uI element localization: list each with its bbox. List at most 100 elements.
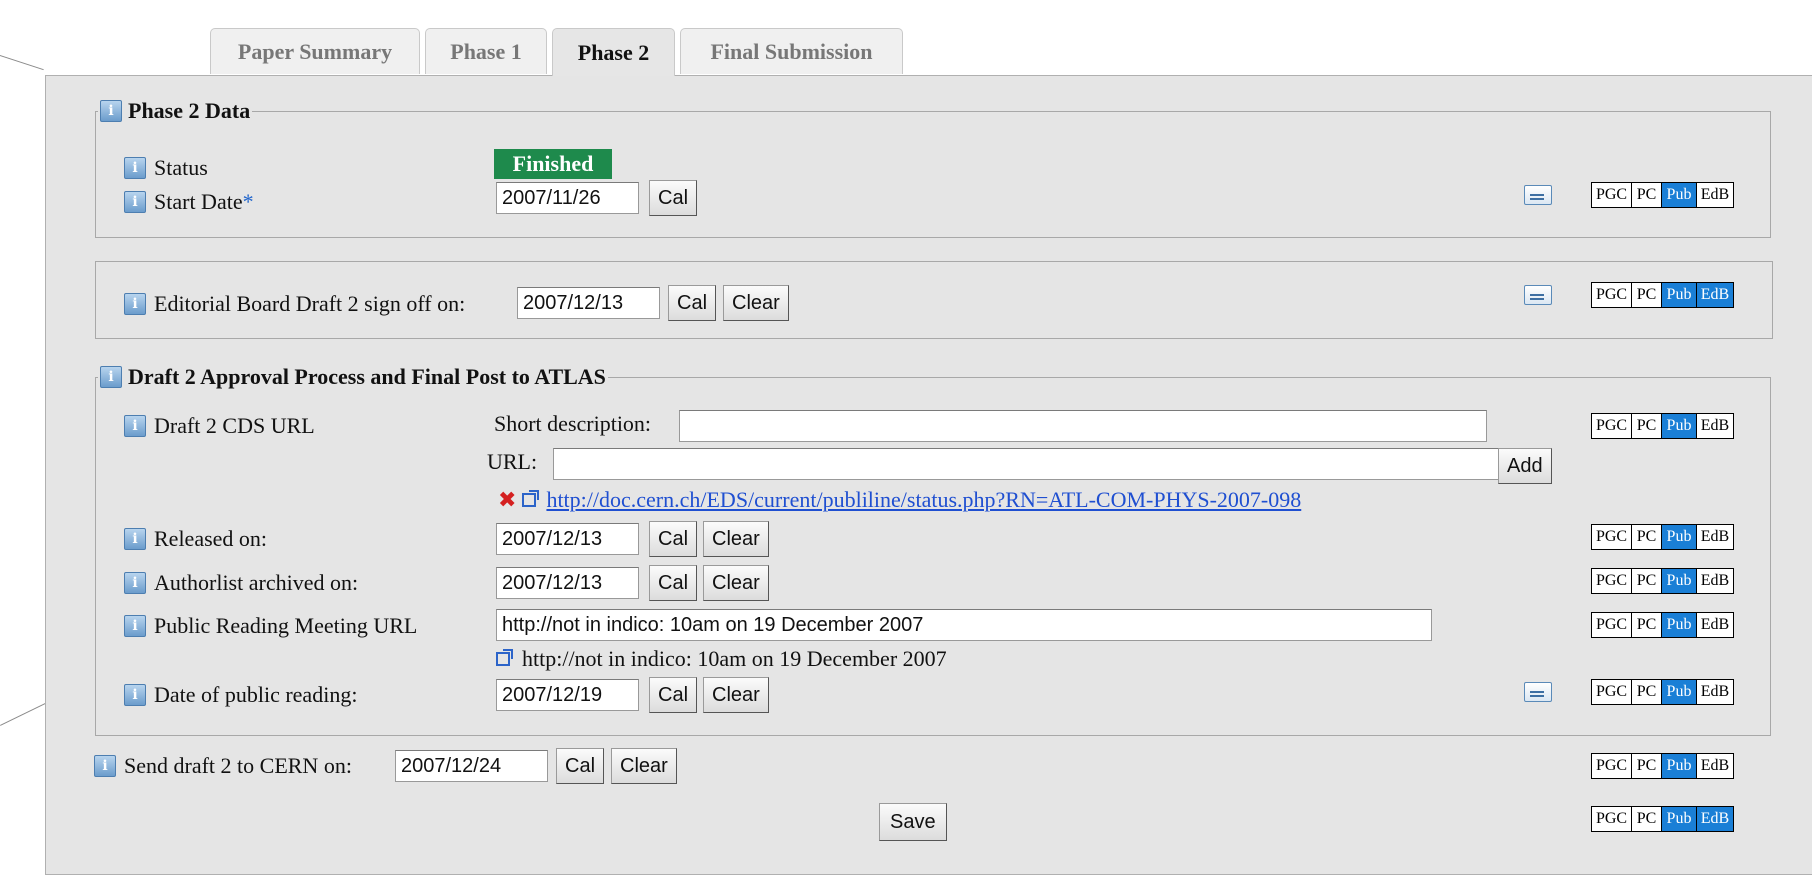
perm-pub: Pub (1662, 613, 1697, 637)
editorial-signoff-input[interactable] (517, 287, 660, 319)
perm-badge-public-reading: PGC PC Pub EdB (1591, 679, 1734, 705)
perm-pgc: PGC (1592, 680, 1632, 704)
perm-pgc: PGC (1592, 754, 1632, 778)
perm-pc: PC (1632, 613, 1662, 637)
perm-pub: Pub (1662, 807, 1697, 831)
send-draft-cal-button[interactable]: Cal (556, 748, 605, 784)
perm-pgc: PGC (1592, 283, 1632, 307)
perm-edb: EdB (1697, 525, 1733, 549)
tab-phase-1[interactable]: Phase 1 (425, 28, 547, 74)
authorlist-cal-button[interactable]: Cal (649, 565, 698, 601)
tab-paper-summary[interactable]: Paper Summary (210, 28, 420, 74)
note-icon[interactable] (1524, 682, 1552, 702)
decorative-line-bottom (0, 703, 46, 726)
decorative-line-top (0, 55, 44, 71)
short-description-input[interactable] (679, 410, 1487, 442)
authorlist-label: Authorlist archived on: (154, 570, 359, 595)
released-clear-button[interactable]: Clear (703, 521, 769, 557)
info-icon[interactable]: i (124, 191, 146, 213)
editorial-cal-button[interactable]: Cal (668, 285, 717, 321)
perm-pub: Pub (1662, 754, 1697, 778)
perm-edb: EdB (1697, 183, 1733, 207)
public-reading-label: Date of public reading: (154, 682, 358, 707)
info-icon[interactable]: i (124, 415, 146, 437)
perm-pc: PC (1632, 283, 1662, 307)
info-icon[interactable]: i (124, 528, 146, 550)
perm-badge-authorlist: PGC PC Pub EdB (1591, 568, 1734, 594)
cds-url-row-label: i Draft 2 CDS URL (124, 413, 315, 439)
editorial-row-label: i Editorial Board Draft 2 sign off on: (124, 291, 465, 317)
send-draft-clear-button[interactable]: Clear (611, 748, 677, 784)
perm-edb: EdB (1697, 414, 1733, 438)
perm-pc: PC (1632, 569, 1662, 593)
public-reading-input[interactable] (496, 679, 639, 711)
status-row-label: i Status (124, 155, 208, 181)
authorlist-input[interactable] (496, 567, 639, 599)
perm-pgc: PGC (1592, 183, 1632, 207)
start-date-cal-button[interactable]: Cal (649, 180, 698, 216)
public-reading-row-label: i Date of public reading: (124, 682, 357, 708)
perm-pub: Pub (1662, 569, 1697, 593)
perm-edb: EdB (1697, 754, 1733, 778)
perm-pc: PC (1632, 525, 1662, 549)
tab-phase-2[interactable]: Phase 2 (552, 28, 675, 76)
url-label: URL: (487, 449, 538, 474)
perm-pgc: PGC (1592, 613, 1632, 637)
public-reading-clear-button[interactable]: Clear (703, 677, 769, 713)
perm-pgc: PGC (1592, 807, 1632, 831)
perm-badge-cds-url: PGC PC Pub EdB (1591, 413, 1734, 439)
cds-url-label: Draft 2 CDS URL (154, 413, 315, 438)
perm-pub: Pub (1662, 283, 1697, 307)
perm-pgc: PGC (1592, 525, 1632, 549)
perm-pub: Pub (1662, 183, 1697, 207)
info-icon[interactable]: i (100, 100, 122, 122)
status-badge: Finished (494, 149, 612, 179)
info-icon[interactable]: i (124, 293, 146, 315)
released-row-label: i Released on: (124, 526, 267, 552)
info-icon[interactable]: i (100, 366, 122, 388)
perm-pc: PC (1632, 680, 1662, 704)
draft-2-title: Draft 2 Approval Process and Final Post … (128, 364, 606, 389)
url-input[interactable] (553, 448, 1536, 480)
external-link-icon (496, 649, 513, 666)
perm-pub: Pub (1662, 414, 1697, 438)
info-icon[interactable]: i (124, 572, 146, 594)
short-description-label: Short description: (494, 411, 652, 436)
reading-url-link-row: http://not in indico: 10am on 19 Decembe… (496, 646, 947, 672)
perm-pc: PC (1632, 754, 1662, 778)
delete-icon[interactable]: ✖ (498, 488, 516, 513)
perm-pub: Pub (1662, 680, 1697, 704)
perm-badge-send-draft: PGC PC Pub EdB (1591, 753, 1734, 779)
released-input[interactable] (496, 523, 639, 555)
perm-badge-save: PGC PC Pub EdB (1591, 806, 1734, 832)
note-icon[interactable] (1524, 285, 1552, 305)
start-date-input[interactable] (496, 182, 639, 214)
tab-final-submission[interactable]: Final Submission (680, 28, 903, 74)
released-cal-button[interactable]: Cal (649, 521, 698, 557)
send-draft-input[interactable] (395, 750, 548, 782)
perm-pc: PC (1632, 414, 1662, 438)
reading-url-link[interactable]: http://not in indico: 10am on 19 Decembe… (522, 646, 947, 672)
perm-badge-start-date: PGC PC Pub EdB (1591, 182, 1734, 208)
perm-edb: EdB (1697, 680, 1733, 704)
add-url-button[interactable]: Add (1498, 448, 1552, 484)
authorlist-clear-button[interactable]: Clear (703, 565, 769, 601)
authorlist-row-label: i Authorlist archived on: (124, 570, 358, 596)
perm-edb: EdB (1697, 613, 1733, 637)
cds-link-row: ✖ http://doc.cern.ch/EDS/current/publili… (498, 487, 1301, 513)
start-date-row-label: i Start Date * (124, 189, 254, 215)
required-mark: * (242, 189, 254, 214)
save-button[interactable]: Save (879, 803, 947, 841)
info-icon[interactable]: i (124, 157, 146, 179)
public-reading-cal-button[interactable]: Cal (649, 677, 698, 713)
info-icon[interactable]: i (94, 755, 116, 777)
info-icon[interactable]: i (124, 615, 146, 637)
reading-url-input[interactable] (496, 609, 1432, 641)
send-draft-row-label: i Send draft 2 to CERN on: (94, 753, 352, 779)
phase-2-data-legend: i Phase 2 Data (98, 98, 252, 124)
info-icon[interactable]: i (124, 684, 146, 706)
editorial-clear-button[interactable]: Clear (723, 285, 789, 321)
note-icon[interactable] (1524, 185, 1552, 205)
reading-url-label: Public Reading Meeting URL (154, 613, 418, 638)
cds-link[interactable]: http://doc.cern.ch/EDS/current/publiline… (546, 487, 1301, 513)
